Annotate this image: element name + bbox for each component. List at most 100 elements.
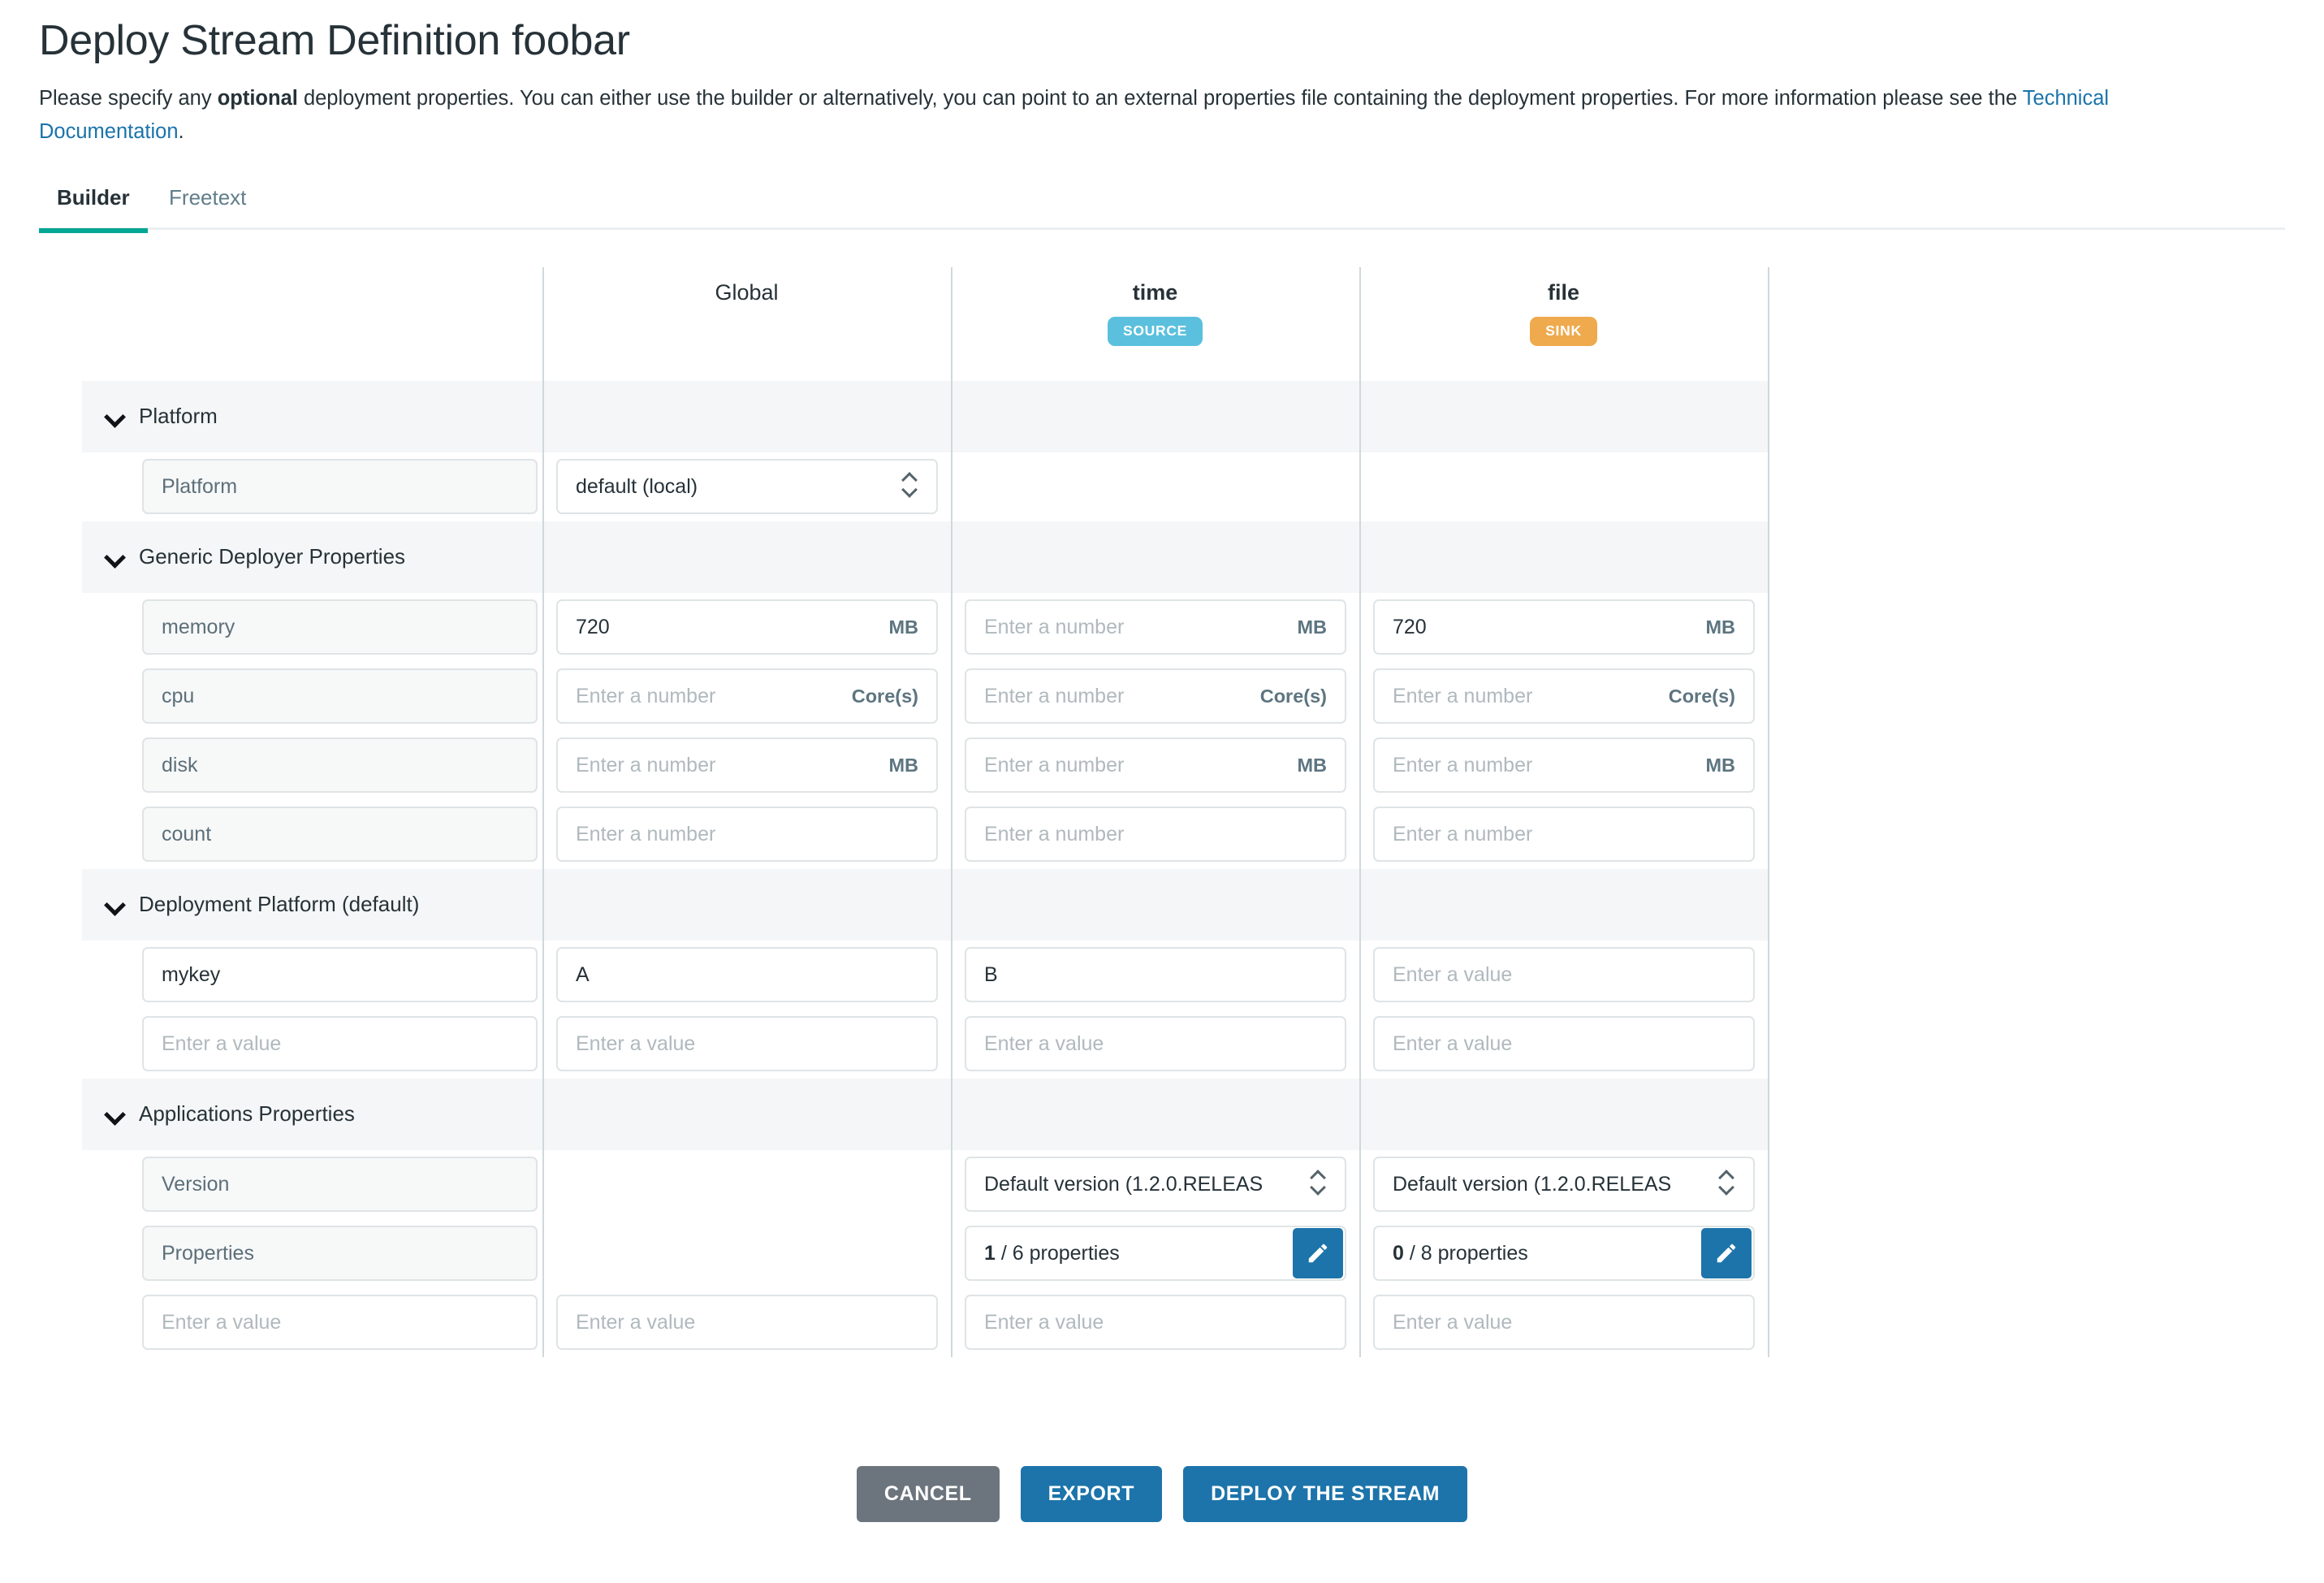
global-input-value: 720	[576, 615, 610, 638]
property-row: Version Default version (1.2.0.RELEAS Defa…	[39, 1150, 1769, 1219]
global-input[interactable]: A	[556, 947, 938, 1003]
group-toggle[interactable]: Generic Deployer Properties	[82, 521, 542, 593]
time-input-unit: MB	[1297, 754, 1327, 776]
cell-file-empty	[1359, 452, 1768, 521]
property-name-input[interactable]: disk	[142, 737, 538, 794]
file-input[interactable]: Enter a number Core(s)	[1373, 668, 1755, 724]
property-name-input[interactable]: Platform	[142, 459, 538, 515]
global-input[interactable]: Enter a number Core(s)	[556, 668, 938, 724]
file-input[interactable]: Enter a value	[1373, 1295, 1755, 1351]
chevron-updown-icon	[901, 471, 918, 502]
time-input[interactable]: Enter a value	[965, 1295, 1346, 1351]
file-input-placeholder: Enter a value	[1393, 1032, 1513, 1055]
group-header-row[interactable]: Deployment Platform (default)	[39, 868, 1769, 941]
cell-global: A	[542, 941, 951, 1010]
file-input[interactable]: Enter a value	[1373, 947, 1755, 1003]
time-edit-properties-button[interactable]	[1293, 1228, 1343, 1279]
group-cell-global	[542, 1079, 951, 1150]
group-cell-file	[1359, 521, 1768, 593]
property-name-input[interactable]: mykey	[142, 947, 538, 1003]
time-input[interactable]: Enter a number MB	[965, 599, 1346, 655]
chevron-down-icon	[105, 406, 126, 427]
property-name-input[interactable]: Version	[142, 1157, 538, 1213]
file-input-placeholder: Enter a number	[1393, 822, 1533, 846]
column-title-time: time	[1132, 279, 1178, 305]
property-name-input[interactable]: Enter a value	[142, 1295, 538, 1351]
cell-property-name: disk	[82, 731, 542, 800]
tab-builder[interactable]: Builder	[39, 180, 148, 233]
group-cell-global	[542, 869, 951, 941]
property-name-value: count	[162, 822, 212, 846]
cell-file: Enter a number	[1359, 800, 1768, 869]
property-name-value: cpu	[162, 684, 195, 707]
group-header-row[interactable]: Applications Properties	[39, 1078, 1769, 1150]
source-badge: SOURCE	[1107, 316, 1203, 346]
file-input-placeholder: Enter a value	[1393, 1310, 1513, 1334]
time-input[interactable]: Enter a number Core(s)	[965, 668, 1346, 724]
cell-global: Enter a number MB	[542, 731, 951, 800]
global-input[interactable]: Enter a value	[556, 1295, 938, 1351]
time-input[interactable]: B	[965, 947, 1346, 1003]
group-header-row[interactable]: Generic Deployer Properties	[39, 521, 1769, 593]
property-name-value: disk	[162, 753, 198, 776]
property-name-input[interactable]: Enter a value	[142, 1016, 538, 1072]
file-input-unit: Core(s)	[1668, 685, 1735, 707]
property-row: Enter a value Enter a value Enter a value E…	[39, 1288, 1769, 1357]
cell-file: Enter a value	[1359, 941, 1768, 1010]
cell-property-name: Properties	[82, 1219, 542, 1288]
cell-file: Enter a value	[1359, 1010, 1768, 1079]
file-input[interactable]: Enter a number MB	[1373, 737, 1755, 794]
global-input[interactable]: Enter a value	[556, 1016, 938, 1072]
cancel-button[interactable]: CANCEL	[856, 1466, 1000, 1522]
property-name-input[interactable]: cpu	[142, 668, 538, 724]
cell-global: Enter a number Core(s)	[542, 662, 951, 731]
desc-optional-emphasis: optional	[217, 87, 298, 110]
tab-freetext[interactable]: Freetext	[151, 180, 264, 228]
property-row: Properties 1 / 6 properties 0 / 8 properti…	[39, 1219, 1769, 1288]
time-select[interactable]: Default version (1.2.0.RELEAS	[965, 1157, 1346, 1213]
time-input[interactable]: Enter a value	[965, 1016, 1346, 1072]
group-toggle[interactable]: Deployment Platform (default)	[82, 869, 542, 941]
group-cell-file	[1359, 869, 1768, 941]
global-input[interactable]: 720 MB	[556, 599, 938, 655]
group-header-row[interactable]: Platform	[39, 380, 1769, 452]
group-toggle[interactable]: Platform	[82, 381, 542, 452]
time-properties-box: 1 / 6 properties	[965, 1226, 1346, 1282]
property-name-input[interactable]: count	[142, 807, 538, 863]
file-select[interactable]: Default version (1.2.0.RELEAS	[1373, 1157, 1755, 1213]
column-divider-1	[542, 266, 544, 1357]
group-toggle[interactable]: Applications Properties	[82, 1079, 542, 1150]
time-input-placeholder: Enter a value	[984, 1032, 1104, 1055]
file-input-placeholder: Enter a number	[1393, 684, 1533, 707]
group-cell-file	[1359, 381, 1768, 452]
property-name-input[interactable]: memory	[142, 599, 538, 655]
property-name-input[interactable]: Properties	[142, 1226, 538, 1282]
global-input[interactable]: Enter a number	[556, 807, 938, 863]
action-bar: CANCEL EXPORT DEPLOY THE STREAM	[0, 1466, 2324, 1522]
page-title: Deploy Stream Definition foobar	[39, 17, 630, 64]
property-name-value: Platform	[162, 474, 238, 498]
file-input[interactable]: Enter a value	[1373, 1016, 1755, 1072]
global-input[interactable]: Enter a number MB	[556, 737, 938, 794]
desc-text-2: deployment properties. You can either us…	[297, 87, 2023, 110]
time-input[interactable]: Enter a number MB	[965, 737, 1346, 794]
group-cell-file	[1359, 1079, 1768, 1150]
group-label: Applications Properties	[139, 1101, 355, 1127]
table-body: Platform Platform default (local) Generic D…	[39, 380, 1769, 1357]
tab-bar: Builder Freetext	[39, 180, 2285, 233]
file-input[interactable]: 720 MB	[1373, 599, 1755, 655]
global-input-unit: Core(s)	[851, 685, 918, 707]
global-input-placeholder: Enter a value	[576, 1032, 696, 1055]
file-input[interactable]: Enter a number	[1373, 807, 1755, 863]
file-edit-properties-button[interactable]	[1701, 1228, 1752, 1279]
page-description: Please specify any optional deployment p…	[39, 82, 2248, 149]
time-properties-count: 1	[984, 1241, 996, 1265]
deploy-the-stream-button[interactable]: DEPLOY THE STREAM	[1183, 1466, 1468, 1522]
global-select[interactable]: default (local)	[556, 459, 938, 515]
row-gutter	[39, 521, 82, 593]
export-button[interactable]: EXPORT	[1020, 1466, 1163, 1522]
table-header-file: file SINK	[1359, 267, 1768, 381]
property-row: Enter a value Enter a value Enter a value E…	[39, 1010, 1769, 1079]
file-input-placeholder: Enter a value	[1393, 962, 1513, 986]
time-input[interactable]: Enter a number	[965, 807, 1346, 863]
